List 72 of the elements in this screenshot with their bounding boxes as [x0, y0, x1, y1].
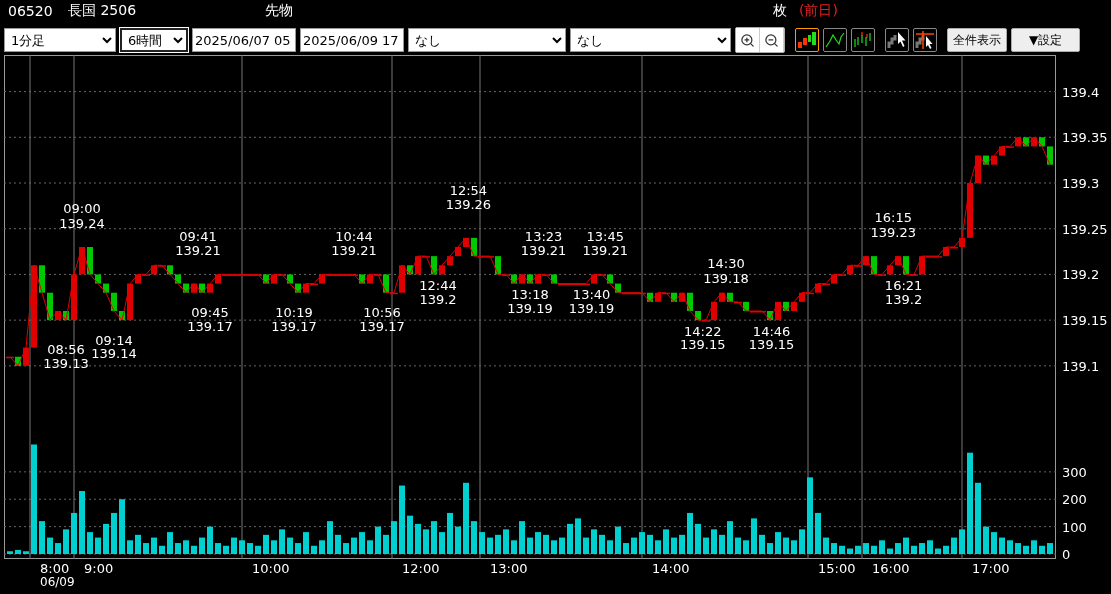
indicator-select[interactable]: なし — [570, 28, 731, 52]
annotation-label: 139.21 — [331, 243, 377, 259]
time-label: 13:00 — [490, 561, 528, 576]
annotation-label: 139.26 — [445, 197, 492, 213]
date-label: 06/09 — [40, 575, 75, 589]
annotation-label: 139.14 — [91, 346, 137, 362]
previous-day-label: (前日) — [799, 2, 838, 20]
annotation-label: 09:00 — [63, 201, 101, 217]
annotation-label: 16:15 — [874, 210, 912, 226]
annotation-label: 139.23 — [870, 224, 916, 240]
axis-label: 200 — [1062, 492, 1087, 508]
axis-label: 139.2 — [1062, 267, 1100, 283]
annotation-label: 09:14 — [95, 332, 133, 348]
axis-label: 139.25 — [1062, 221, 1108, 237]
time-label: 14:00 — [652, 561, 690, 576]
annotation-label: 16:21 — [884, 277, 923, 293]
axis-label: 139.35 — [1062, 130, 1108, 146]
annotation-label: 13:18 — [511, 287, 549, 303]
annotation-label: 139.2 — [885, 291, 923, 307]
annotation-label: 12:44 — [419, 277, 457, 293]
annotation-label: 139.21 — [520, 243, 567, 259]
instrument-code: 06520 — [8, 3, 54, 19]
annotation-label: 139.18 — [703, 270, 749, 286]
time-label: 12:00 — [402, 561, 440, 576]
annotation-label: 08:56 — [47, 341, 85, 357]
annotation-label: 09:45 — [191, 305, 229, 321]
time-label: 17:00 — [972, 561, 1010, 576]
axis-label: 139.3 — [1062, 176, 1100, 191]
end-date-field[interactable]: 2025/06/09 17 — [300, 28, 404, 52]
annotation-label: 10:19 — [275, 305, 313, 321]
annotation-label: 139.19 — [568, 300, 615, 316]
annotation-label: 139.21 — [175, 243, 221, 259]
annotation-label: 13:45 — [586, 228, 624, 244]
annotation-label: 139.2 — [419, 291, 457, 307]
time-label: 16:00 — [872, 561, 910, 576]
annotation-label: 12:54 — [449, 182, 488, 198]
annotation-label: 14:30 — [707, 255, 745, 271]
start-date-field[interactable]: 2025/06/07 05 — [192, 28, 296, 52]
axis-label: 139.1 — [1062, 358, 1100, 374]
annotation-label: 139.17 — [187, 319, 233, 335]
axis-label: 100 — [1062, 519, 1087, 535]
annotation-label: 14:22 — [684, 323, 722, 339]
annotation-label: 13:23 — [524, 228, 563, 244]
annotation-label: 10:44 — [335, 228, 373, 244]
interval-select[interactable]: 1分足 — [4, 28, 116, 52]
annotation-label: 139.21 — [582, 243, 628, 259]
annotation-label: 139.13 — [43, 355, 89, 371]
time-label: 9:00 — [84, 561, 114, 576]
time-label: 15:00 — [818, 561, 856, 576]
annotation-label: 09:41 — [179, 228, 217, 244]
time-label: 10:00 — [252, 561, 290, 576]
annotation-label: 10:56 — [363, 305, 401, 321]
indicator-select[interactable]: なし — [408, 28, 566, 52]
annotation-label: 139.17 — [359, 319, 405, 335]
category-label: 先物 — [265, 2, 294, 20]
axis-label: 300 — [1062, 464, 1087, 480]
annotation-label: 13:40 — [572, 287, 611, 303]
annotation-label: 139.17 — [271, 319, 317, 335]
annotation-label: 139.15 — [680, 337, 726, 353]
time-label: 8:00 — [40, 561, 70, 576]
axis-label: 0 — [1062, 547, 1071, 562]
annotation-label: 139.15 — [748, 337, 795, 353]
annotation-label: 139.24 — [59, 215, 105, 231]
annotation-label: 14:46 — [752, 323, 791, 339]
annotation-label: 139.19 — [507, 300, 553, 316]
axis-label: 139.4 — [1062, 84, 1100, 100]
unit-label: 枚 — [773, 2, 788, 20]
instrument-name: 長国 2506 — [68, 2, 138, 20]
span-select[interactable]: 6時間 — [120, 28, 188, 52]
axis-label: 139.15 — [1062, 313, 1108, 329]
settings-button[interactable]: ▼設定 — [1011, 28, 1080, 52]
show-all-button[interactable]: 全件表示 — [947, 28, 1007, 52]
